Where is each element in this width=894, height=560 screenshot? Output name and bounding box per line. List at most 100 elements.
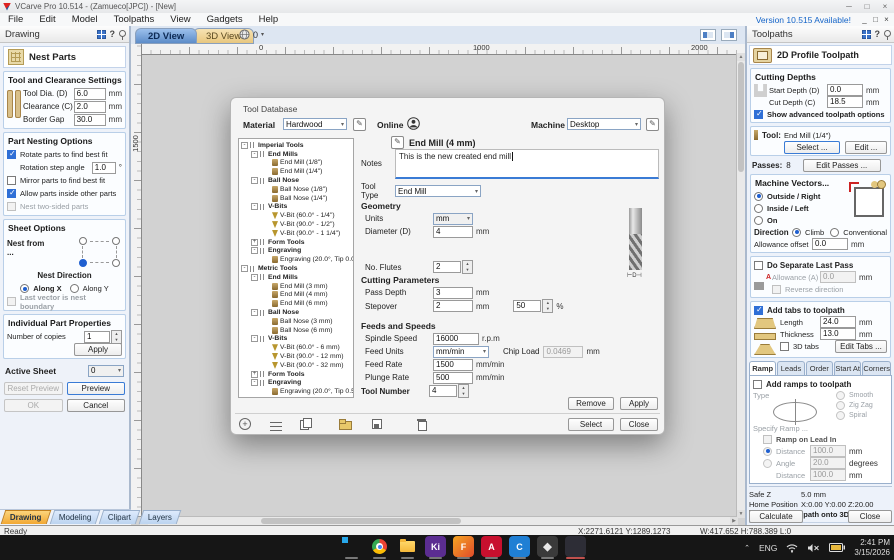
horizontal-scrollbar[interactable]: ◀ ▶	[140, 516, 738, 525]
menu-item-toolpaths[interactable]: Toolpaths	[106, 14, 163, 25]
dialog-select-button[interactable]: Select	[568, 418, 614, 431]
tree-expander-icon[interactable]: -	[251, 379, 258, 387]
tree-item[interactable]: - Engraving	[239, 379, 353, 388]
tree-item[interactable]: - End Mills	[239, 150, 353, 159]
tree-item[interactable]: V-Bit (60.0° - 1/4")	[239, 211, 353, 220]
add-ramps-checkbox[interactable]	[753, 379, 762, 389]
value-input[interactable]: 6.0	[73, 87, 106, 100]
new-group-icon[interactable]	[269, 421, 282, 431]
edit-material-icon[interactable]: ✎	[353, 118, 366, 131]
tree-item[interactable]: - V-Bits	[239, 203, 353, 212]
help-icon[interactable]: ?	[875, 29, 881, 39]
apply-button[interactable]: Apply	[74, 343, 122, 356]
tree-item[interactable]: - Engraving	[239, 247, 353, 256]
advanced-options-checkbox[interactable]	[754, 109, 763, 119]
feed-rate-input[interactable]: 1500	[433, 358, 473, 371]
tab-leads[interactable]: Leads	[777, 361, 805, 375]
tab-length-input[interactable]: 24.0	[820, 316, 856, 328]
dock-left-panel-button[interactable]	[700, 29, 716, 41]
tree-item[interactable]: Ball Nose (3 mm)	[239, 317, 353, 326]
mdi-restore-button[interactable]: □	[870, 15, 881, 24]
select-tool-button[interactable]: Select ...	[784, 140, 840, 154]
tree-expander-icon[interactable]: +	[251, 370, 258, 378]
inside-left-radio[interactable]	[754, 203, 763, 213]
pin-icon[interactable]	[884, 29, 891, 40]
f-app-icon[interactable]: F	[453, 536, 474, 559]
wifi-icon[interactable]	[786, 543, 798, 553]
stepover-pct-input[interactable]: 50	[513, 300, 542, 312]
tree-item[interactable]: Engraving (20.0°, Tip 0.02 -	[239, 255, 353, 264]
vcarve-taskbar-icon[interactable]	[565, 536, 586, 559]
spindle-speed-input[interactable]: 16000	[433, 332, 479, 345]
language-indicator[interactable]: ENG	[759, 543, 777, 553]
pin-icon[interactable]	[119, 29, 126, 40]
tree-item[interactable]: V-Bit (90.0° - 1 1/4")	[239, 229, 353, 238]
machine-select[interactable]: Desktop ▾	[567, 118, 641, 130]
tree-item[interactable]: V-Bit (90.0° - 12 mm)	[239, 352, 353, 361]
stepover-pct-spinner[interactable]: ▲ ▼	[542, 299, 554, 313]
ramp-lead-in-checkbox[interactable]	[763, 434, 772, 444]
mdi-close-button[interactable]: ×	[881, 15, 892, 24]
copies-input[interactable]: 1	[84, 330, 110, 343]
allowance-offset-input[interactable]: 0.0	[812, 238, 848, 250]
outside-right-radio[interactable]	[754, 191, 763, 201]
tab-corners[interactable]: Corners	[862, 361, 891, 375]
plunge-rate-input[interactable]: 500	[433, 371, 473, 384]
tab-drawing[interactable]: Drawing	[0, 510, 51, 524]
ramp-distance2-input[interactable]: 100.0	[810, 469, 846, 481]
tree-expander-icon[interactable]: -	[251, 273, 258, 281]
tree-expander-icon[interactable]: -	[251, 309, 258, 317]
tree-item[interactable]: - Metric Tools	[239, 264, 353, 273]
mirror-parts-checkbox[interactable]	[7, 176, 16, 185]
panel-grid-icon[interactable]	[861, 29, 871, 39]
start-depth-input[interactable]: 0.0	[827, 84, 863, 96]
tree-item[interactable]: - Ball Nose	[239, 308, 353, 317]
ok-button[interactable]: OK	[4, 398, 63, 412]
separate-last-pass-checkbox[interactable]	[754, 260, 763, 270]
rotation-step-input[interactable]: 1.0	[91, 161, 116, 174]
pass-depth-input[interactable]: 3	[433, 286, 473, 299]
tree-item[interactable]: End Mill (6 mm)	[239, 299, 353, 308]
minimize-button[interactable]: ─	[840, 2, 858, 11]
nest-from-bottom-left-radio[interactable]	[78, 259, 87, 267]
tab-ramp[interactable]: Ramp	[749, 361, 777, 375]
active-sheet-select[interactable]: 0 ▾	[88, 364, 124, 377]
edit-tool-name-icon[interactable]: ✎	[391, 136, 404, 149]
tab-start-at[interactable]: Start At	[833, 361, 862, 375]
toolpath-close-button[interactable]: Close	[848, 510, 892, 523]
climb-radio[interactable]	[792, 227, 802, 237]
tool-number-input[interactable]: 4	[429, 385, 457, 397]
two-sided-checkbox[interactable]	[7, 202, 16, 211]
tree-expander-icon[interactable]: -	[251, 247, 258, 255]
on-radio[interactable]	[754, 215, 763, 225]
flutes-input[interactable]: 2	[433, 261, 461, 273]
dock-right-panel-button[interactable]	[721, 29, 737, 41]
spiral-radio[interactable]	[836, 410, 845, 420]
battery-icon[interactable]	[829, 543, 846, 552]
menu-item-model[interactable]: Model	[64, 14, 106, 25]
muted-speaker-icon[interactable]	[807, 543, 820, 553]
tree-item[interactable]: V-Bit (90.0° - 32 mm)	[239, 361, 353, 370]
copies-spinner[interactable]: ▲ ▼	[111, 329, 122, 344]
tree-item[interactable]: V-Bit (60.0° - 6 mm)	[239, 343, 353, 352]
tab-modeling[interactable]: Modeling	[49, 510, 101, 524]
ramp-angle-radio[interactable]	[763, 458, 772, 468]
cancel-button[interactable]: Cancel	[66, 398, 125, 412]
tree-expander-icon[interactable]: -	[251, 177, 258, 185]
tree-item[interactable]: Ball Nose (6 mm)	[239, 326, 353, 335]
stepover-input[interactable]: 2	[433, 300, 473, 312]
edit-machine-icon[interactable]: ✎	[646, 118, 659, 131]
mdi-minimize-button[interactable]: _	[859, 15, 870, 24]
menu-item-file[interactable]: File	[0, 14, 31, 25]
tree-item[interactable]: - End Mills	[239, 273, 353, 282]
calculate-button[interactable]: Calculate	[749, 510, 803, 523]
ramp-distance-input[interactable]: 100.0	[810, 445, 846, 457]
diamond-app-icon[interactable]: ◆	[537, 536, 558, 559]
tree-item[interactable]: V-Bit (90.0° - 1/2")	[239, 220, 353, 229]
copy-tool-icon[interactable]	[300, 418, 313, 430]
ramp-distance-radio[interactable]	[763, 446, 772, 456]
ramp-angle-input[interactable]: 20.0	[810, 457, 846, 469]
diameter-input[interactable]: 4	[433, 225, 473, 238]
tree-item[interactable]: Ball Nose (1/8")	[239, 185, 353, 194]
menu-item-gadgets[interactable]: Gadgets	[199, 14, 251, 25]
